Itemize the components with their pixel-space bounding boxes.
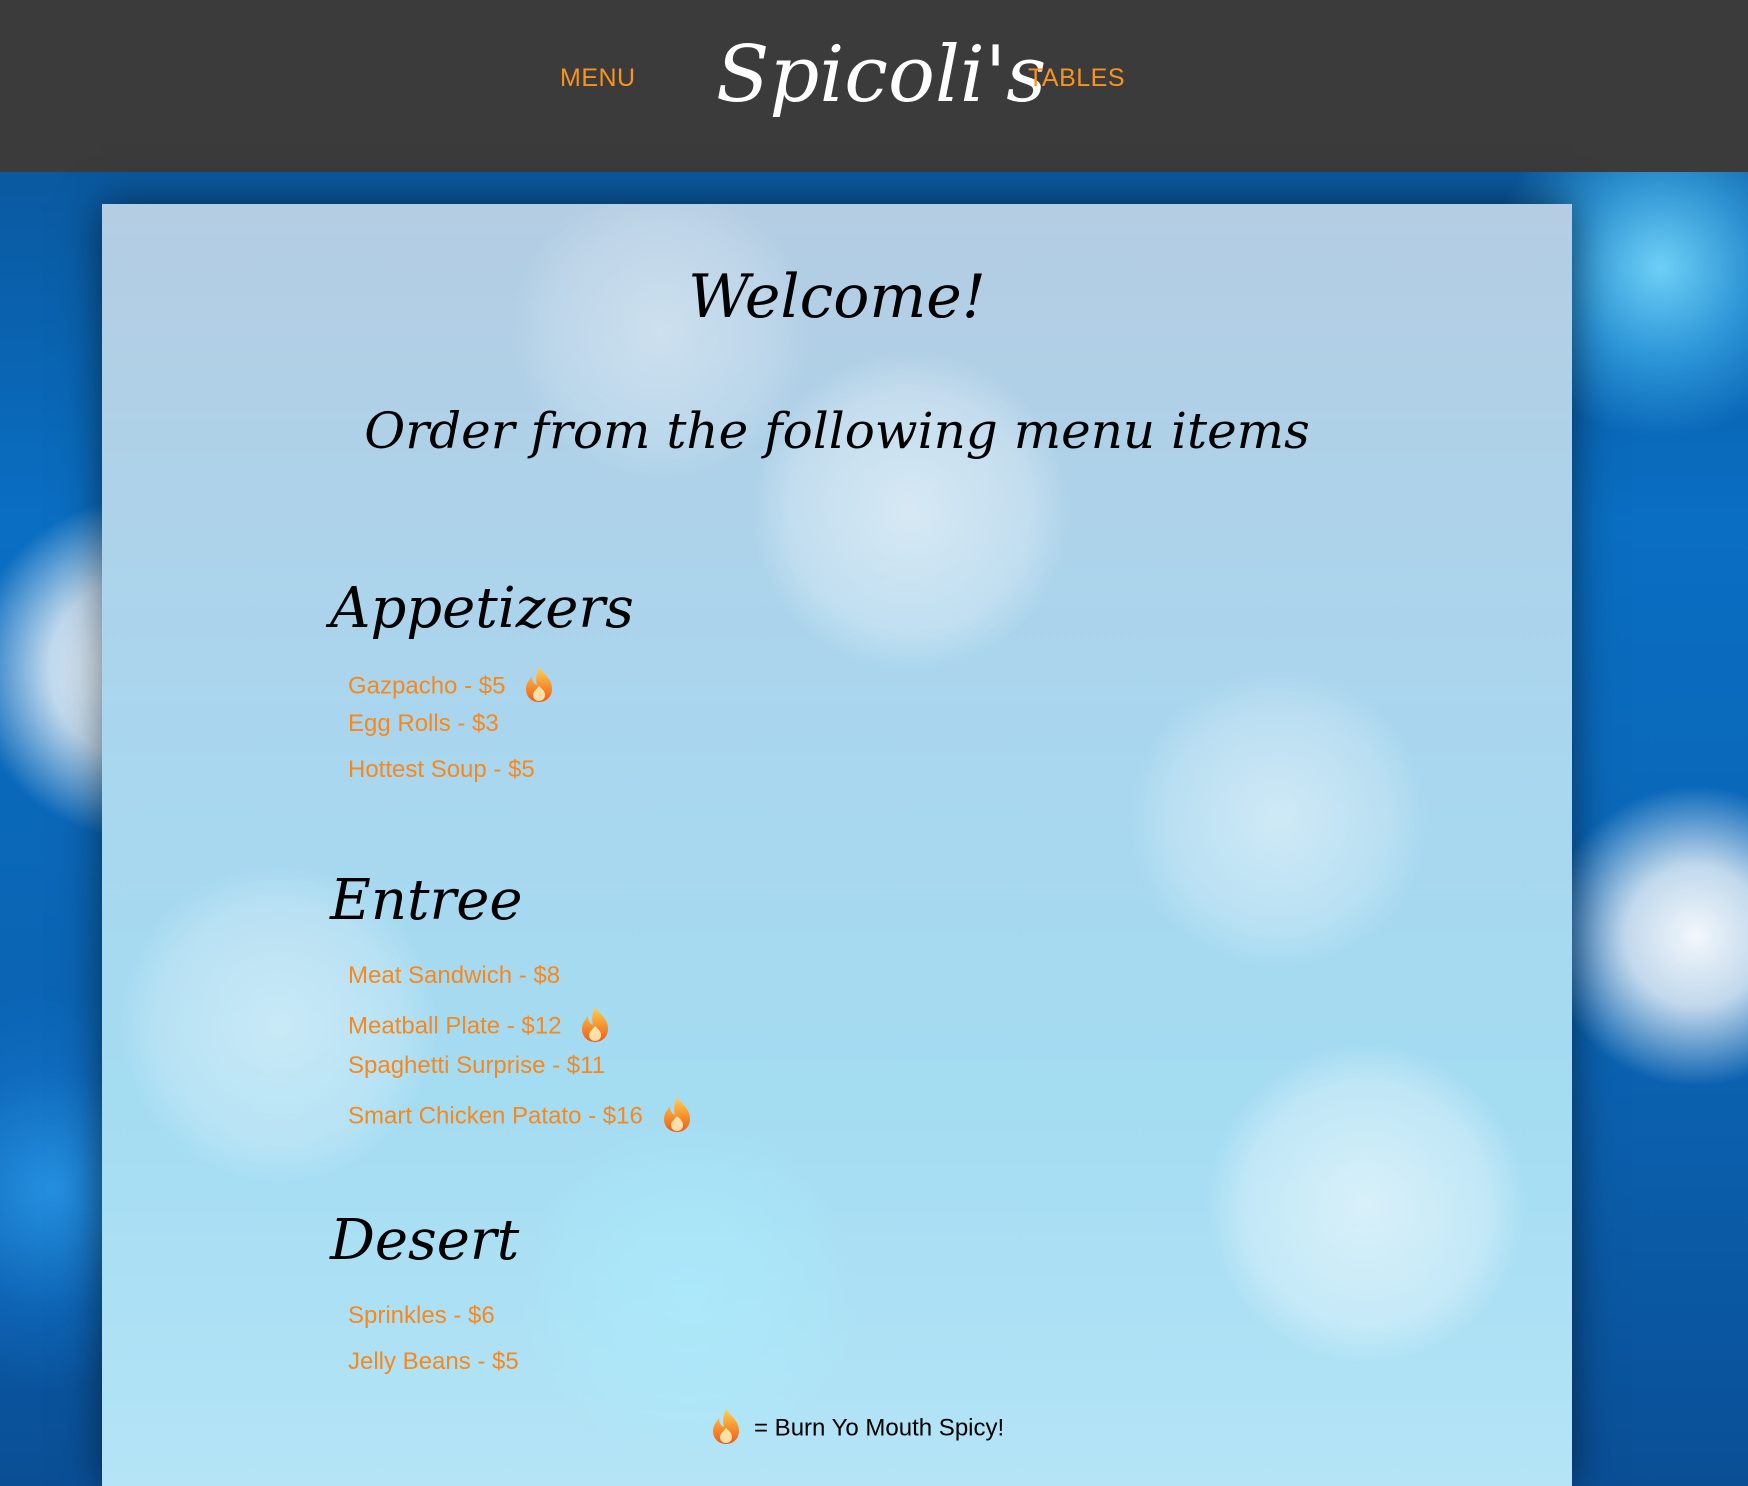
section-title-appetizers: Appetizers (330, 576, 634, 641)
legend-text: = Burn Yo Mouth Spicy! (754, 1414, 1005, 1442)
menu-item[interactable]: Smart Chicken Patato - $16 (348, 1097, 697, 1134)
spicy-legend: = Burn Yo Mouth Spicy! (706, 1409, 1005, 1446)
flame-icon (663, 1097, 690, 1132)
menu-item[interactable]: Sprinkles - $6 (348, 1302, 495, 1330)
menu-item-label: Sprinkles - $6 (348, 1302, 495, 1329)
menu-item-label: Meatball Plate - $12 (348, 1012, 562, 1040)
menu-item[interactable]: Meatball Plate - $12 (348, 1007, 615, 1044)
menu-item[interactable]: Jelly Beans - $5 (348, 1348, 519, 1376)
menu-item[interactable]: Hottest Soup - $5 (348, 756, 535, 784)
menu-item-label: Egg Rolls - $3 (348, 710, 499, 737)
menu-item[interactable]: Meat Sandwich - $8 (348, 962, 560, 990)
nav-menu-link[interactable]: MENU (560, 64, 636, 93)
menu-item-label: Jelly Beans - $5 (348, 1348, 519, 1375)
flame-icon (713, 1409, 739, 1444)
menu-item-label: Spaghetti Surprise - $11 (348, 1052, 606, 1079)
menu-panel: Welcome! Order from the following menu i… (102, 204, 1572, 1486)
top-nav-bar: MENU Spicoli's TABLES (0, 0, 1748, 172)
menu-item-label: Hottest Soup - $5 (348, 756, 535, 783)
logo[interactable]: Spicoli's (716, 16, 1046, 134)
section-title-desert: Desert (330, 1208, 520, 1273)
flame-icon (526, 667, 553, 702)
nav-tables-link[interactable]: TABLES (1028, 64, 1125, 93)
menu-item-label: Gazpacho - $5 (348, 672, 506, 700)
menu-item[interactable]: Egg Rolls - $3 (348, 710, 499, 738)
menu-item[interactable]: Gazpacho - $5 (348, 667, 559, 704)
menu-item-label: Smart Chicken Patato - $16 (348, 1102, 643, 1130)
menu-item[interactable]: Spaghetti Surprise - $11 (348, 1052, 605, 1080)
flame-icon (582, 1007, 609, 1042)
section-title-entree: Entree (330, 868, 523, 933)
menu-subtitle: Order from the following menu items (364, 402, 1310, 460)
menu-item-label: Meat Sandwich - $8 (348, 962, 561, 989)
welcome-heading: Welcome! (688, 262, 986, 332)
